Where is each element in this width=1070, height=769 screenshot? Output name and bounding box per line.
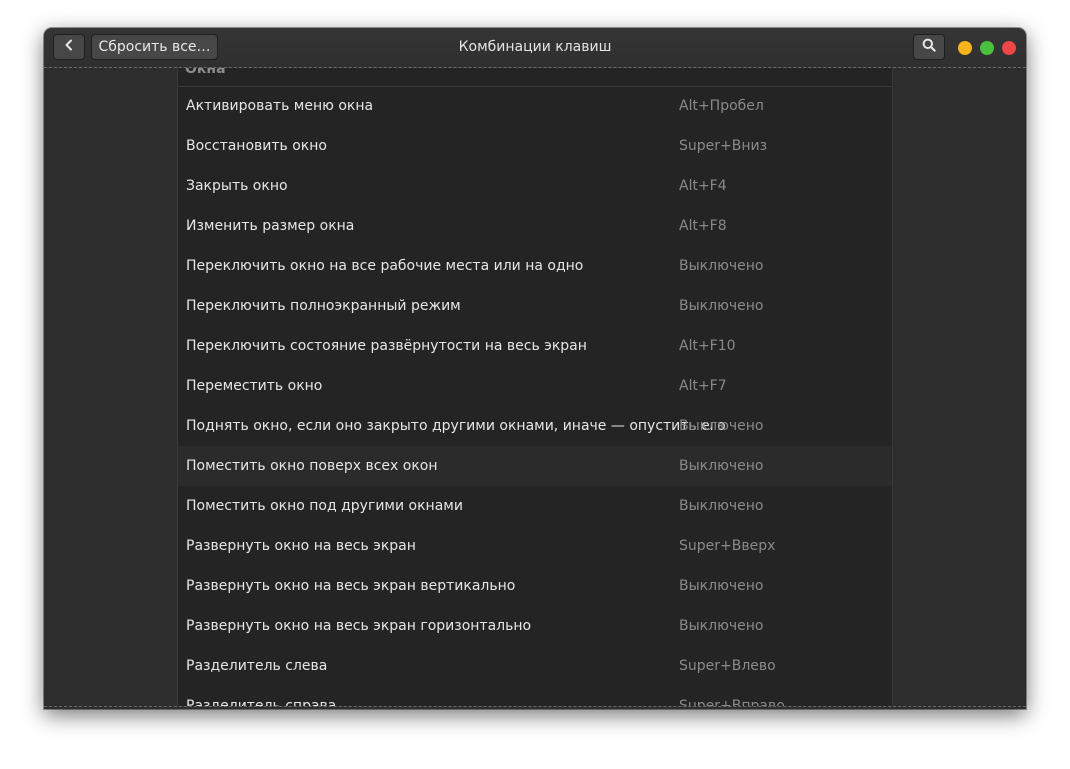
shortcut-label: Переместить окно — [186, 378, 323, 394]
shortcut-accelerator: Alt+F4 — [679, 178, 727, 194]
shortcut-accelerator: Alt+F7 — [679, 378, 727, 394]
shortcut-row[interactable]: Переключить состояние развёрнутости на в… — [178, 326, 892, 366]
shortcut-accelerator: Alt+F8 — [679, 218, 727, 234]
shortcut-row[interactable]: Закрыть окно Alt+F4 — [178, 166, 892, 206]
shortcut-accelerator: Super+Влево — [679, 658, 776, 674]
shortcut-row[interactable]: Поднять окно, если оно закрыто другими о… — [178, 406, 892, 446]
content-area[interactable]: Окна Активировать меню окна Alt+Пробел Вос… — [44, 68, 1026, 706]
shortcut-row[interactable]: Переключить окно на все рабочие места ил… — [178, 246, 892, 286]
shortcut-label: Переключить окно на все рабочие места ил… — [186, 258, 584, 274]
shortcut-row[interactable]: Изменить размер окна Alt+F8 — [178, 206, 892, 246]
minimize-button[interactable] — [958, 41, 972, 55]
shortcut-accelerator: Super+Вверх — [679, 538, 776, 554]
shortcut-label: Поднять окно, если оно закрыто другими о… — [186, 418, 726, 434]
shortcut-accelerator: Выключено — [679, 618, 764, 634]
shortcut-row[interactable]: Переключить полноэкранный режим Выключено — [178, 286, 892, 326]
shortcut-row[interactable]: Переместить окно Alt+F7 — [178, 366, 892, 406]
shortcut-accelerator: Super+Вправо — [679, 698, 785, 706]
shortcut-row[interactable]: Восстановить окно Super+Вниз — [178, 126, 892, 166]
shortcut-label: Поместить окно под другими окнами — [186, 498, 463, 514]
shortcut-label: Развернуть окно на весь экран — [186, 538, 416, 554]
shortcut-row[interactable]: Развернуть окно на весь экран вертикальн… — [178, 566, 892, 606]
shortcut-row[interactable]: Поместить окно под другими окнами Выключе… — [178, 486, 892, 526]
shortcut-row[interactable]: Развернуть окно на весь экран Super+Вверх — [178, 526, 892, 566]
shortcut-label: Восстановить окно — [186, 138, 327, 154]
shortcut-row[interactable]: Разделитель справа Super+Вправо — [178, 686, 892, 706]
shortcut-label: Переключить состояние развёрнутости на в… — [186, 338, 587, 354]
shortcut-rows: Активировать меню окна Alt+Пробел Восстано… — [178, 86, 892, 706]
shortcut-accelerator: Выключено — [679, 258, 764, 274]
header-bar: Сбросить все… Комбинации клавиш — [44, 28, 1026, 68]
shortcut-row[interactable]: Развернуть окно на весь экран горизонтал… — [178, 606, 892, 646]
shortcuts-list-panel: Окна Активировать меню окна Alt+Пробел Вос… — [177, 68, 893, 706]
window-title: Комбинации клавиш — [458, 39, 612, 55]
shortcut-row[interactable]: Активировать меню окна Alt+Пробел — [178, 86, 892, 126]
shortcut-label: Изменить размер окна — [186, 218, 355, 234]
shortcut-accelerator: Super+Вниз — [679, 138, 768, 154]
shortcut-label: Разделитель слева — [186, 658, 328, 674]
shortcut-row[interactable]: Разделитель слева Super+Влево — [178, 646, 892, 686]
section-title: Окна — [185, 68, 226, 77]
shortcut-accelerator: Alt+Пробел — [679, 98, 764, 114]
close-button[interactable] — [1002, 41, 1016, 55]
shortcut-accelerator: Выключено — [679, 578, 764, 594]
shortcut-label: Развернуть окно на весь экран вертикальн… — [186, 578, 516, 594]
shortcut-label: Переключить полноэкранный режим — [186, 298, 461, 314]
shortcut-accelerator: Выключено — [679, 498, 764, 514]
maximize-button[interactable] — [980, 41, 994, 55]
shortcut-label: Разделитель справа — [186, 698, 337, 706]
search-icon — [922, 38, 936, 56]
shortcut-label: Поместить окно поверх всех окон — [186, 458, 438, 474]
search-button[interactable] — [913, 34, 945, 60]
window-bottom-edge — [44, 706, 1026, 709]
shortcut-accelerator: Выключено — [679, 418, 764, 434]
shortcut-accelerator: Выключено — [679, 298, 764, 314]
shortcut-label: Закрыть окно — [186, 178, 288, 194]
shortcut-accelerator: Alt+F10 — [679, 338, 736, 354]
shortcut-row[interactable]: Поместить окно поверх всех окон Выключено — [178, 446, 892, 486]
shortcut-accelerator: Выключено — [679, 458, 764, 474]
shortcut-label: Активировать меню окна — [186, 98, 374, 114]
shortcut-label: Развернуть окно на весь экран горизонтал… — [186, 618, 532, 634]
shortcuts-window: Сбросить все… Комбинации клавиш Окна Акт… — [44, 28, 1026, 709]
